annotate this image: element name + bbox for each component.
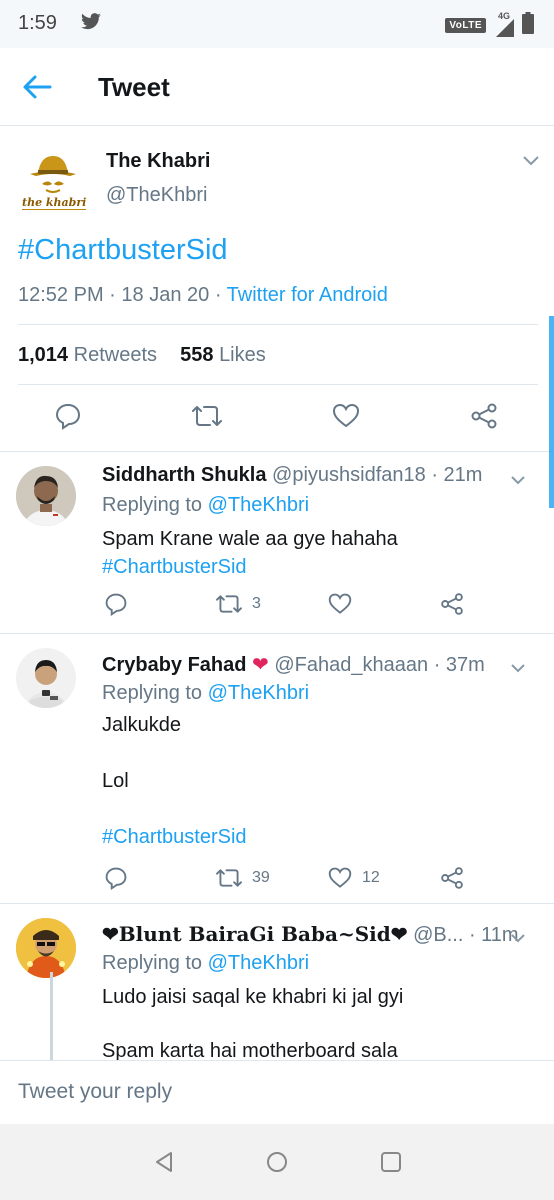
divider [18, 384, 538, 385]
retweet-icon [216, 869, 242, 887]
tweet-stats: 1,014 Retweets 558 Likes [18, 344, 266, 367]
home-circle-icon[interactable] [265, 1150, 289, 1179]
retweet-icon[interactable] [192, 402, 222, 435]
main-tweet: the khabri The Khabri @TheKhbri #Chartbu… [0, 126, 554, 508]
signal-icon: 4G [492, 11, 516, 37]
retweet-button[interactable]: 3 [216, 592, 261, 616]
tweet-time: 12:52 PM [18, 284, 104, 306]
reply-text-line: Ludo jaisi saqal ke khabri ki jal gyi [102, 986, 404, 1008]
reply-author-name[interactable]: Siddharth Shukla [102, 464, 266, 486]
like-button[interactable]: 12 [328, 866, 380, 890]
khabri-logo[interactable]: the khabri [18, 148, 88, 214]
share-icon[interactable] [440, 866, 464, 890]
like-button[interactable] [328, 592, 362, 616]
reply-author-name[interactable]: Crybaby Fahad [102, 654, 246, 676]
replying-prefix: Replying to [102, 682, 203, 704]
reply-actions: 3 [0, 592, 554, 622]
chevron-down-icon[interactable] [510, 472, 526, 490]
author-name[interactable]: The Khabri [106, 150, 210, 173]
replying-prefix: Replying to [102, 952, 203, 974]
replying-to: Replying to @TheKhbri [102, 682, 309, 705]
chevron-down-icon[interactable] [522, 154, 540, 172]
avatar[interactable] [16, 466, 76, 526]
replying-to-handle[interactable]: @TheKhbri [208, 494, 309, 516]
retweet-button[interactable]: 39 [216, 866, 270, 890]
reply-icon[interactable] [104, 866, 128, 890]
replying-prefix: Replying to [102, 494, 203, 516]
like-heart-icon[interactable] [332, 402, 360, 435]
retweet-icon [216, 595, 242, 613]
tweet-hashtag[interactable]: #ChartbusterSid [18, 234, 228, 267]
avatar[interactable] [16, 648, 76, 708]
reply-header: ❤Blunt BairaGi Baba~Sid❤ @B... · 11m [102, 922, 519, 946]
like-heart-icon [328, 867, 352, 888]
reply-actions: 39 12 [0, 866, 554, 896]
reply-header: Siddharth Shukla @piyushsidfan18 · 21m [102, 464, 483, 486]
heart-emoji: ❤ [252, 654, 269, 676]
reply-text-line: Spam karta hai motherboard sala [102, 1040, 398, 1060]
reply-input[interactable] [0, 1061, 554, 1123]
avatar[interactable] [16, 918, 76, 978]
replying-to-handle[interactable]: @TheKhbri [208, 682, 309, 704]
retweet-count: 3 [252, 595, 261, 612]
reply-compose-bar [0, 1060, 554, 1123]
battery-icon [522, 12, 534, 39]
tweet-source-link[interactable]: Twitter for Android [227, 284, 388, 306]
reply-time: 21m [443, 464, 483, 486]
reply-time: 37m [445, 654, 485, 676]
retweets-stat[interactable]: 1,014 Retweets [18, 344, 157, 366]
replying-to-handle[interactable]: @TheKhbri [208, 952, 309, 974]
likes-stat[interactable]: 558 Likes [180, 344, 266, 366]
status-bar: 1:59 VoLTE 4G [0, 0, 554, 48]
divider [18, 324, 538, 325]
reply-author-handle[interactable]: @Fahad_khaaan [274, 654, 428, 676]
reply-icon[interactable] [104, 592, 128, 616]
reply-icon[interactable] [54, 402, 82, 435]
reply-author-name[interactable]: ❤Blunt BairaGi Baba~Sid❤ [102, 922, 408, 946]
like-heart-icon [328, 593, 352, 614]
replying-to: Replying to @TheKhbri [102, 494, 309, 517]
replying-to: Replying to @TheKhbri [102, 952, 309, 975]
author-handle[interactable]: @TheKhbri [106, 184, 207, 207]
retweets-label: Retweets [73, 344, 157, 366]
logo-text: the khabri [22, 196, 87, 210]
chevron-down-icon[interactable] [510, 930, 526, 948]
tweet-date: 18 Jan 20 [121, 284, 210, 306]
reply-author-handle[interactable]: @piyushsidfan18 [272, 464, 426, 486]
system-navigation-bar [0, 1124, 554, 1200]
share-icon[interactable] [470, 402, 498, 435]
chevron-down-icon[interactable] [510, 660, 526, 678]
reply-hashtag[interactable]: #ChartbusterSid [102, 556, 247, 579]
likes-count: 558 [180, 344, 214, 366]
tweet-actions [0, 398, 554, 438]
volte-badge: VoLTE [445, 18, 486, 33]
reply-tweet[interactable]: Siddharth Shukla @piyushsidfan18 · 21m R… [0, 452, 554, 634]
share-icon[interactable] [440, 592, 464, 616]
page-title: Tweet [98, 72, 170, 102]
twitter-bird-icon [80, 13, 102, 36]
app-bar: Tweet [0, 48, 554, 126]
reply-text: Spam Krane wale aa gye hahaha [102, 528, 398, 550]
likes-label: Likes [219, 344, 266, 366]
retweet-count: 39 [252, 869, 270, 886]
reply-text-line: Jalkukde [102, 714, 181, 736]
like-count: 12 [362, 869, 380, 886]
status-time: 1:59 [18, 12, 57, 34]
reply-header: Crybaby Fahad ❤ @Fahad_khaaan · 37m [102, 654, 485, 676]
reply-tweet[interactable]: ❤Blunt BairaGi Baba~Sid❤ @B... · 11m Rep… [0, 904, 554, 1060]
tweet-meta: 12:52 PM · 18 Jan 20 · Twitter for Andro… [18, 284, 388, 306]
retweets-count: 1,014 [18, 344, 69, 366]
back-triangle-icon[interactable] [152, 1150, 176, 1179]
reply-tweet[interactable]: Crybaby Fahad ❤ @Fahad_khaaan · 37m Repl… [0, 634, 554, 904]
thread-connector-line [50, 972, 53, 1060]
back-arrow-icon[interactable] [22, 74, 52, 105]
reply-text-line: Lol [102, 770, 129, 792]
recents-square-icon[interactable] [379, 1150, 403, 1179]
reply-author-handle[interactable]: @B... [413, 924, 463, 946]
reply-hashtag[interactable]: #ChartbusterSid [102, 826, 247, 849]
